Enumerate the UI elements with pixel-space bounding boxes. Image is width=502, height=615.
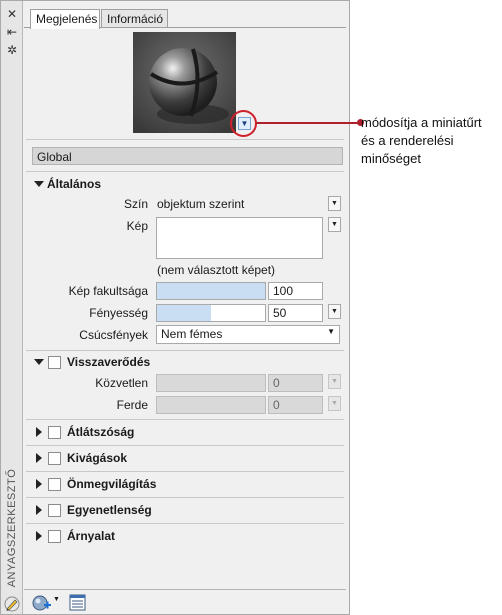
- callout-line: [256, 122, 360, 124]
- section-title: Árnyalat: [67, 529, 116, 543]
- collapse-icon: [36, 427, 42, 437]
- section-title: Átlátszóság: [67, 425, 135, 439]
- palette-titlebar: ✕ ⇤ ✲ ANYAGSZERKESZTŐ: [1, 1, 23, 614]
- callout-line-1: módosítja a miniatűrt: [361, 115, 482, 130]
- section-title: Visszaverődés: [67, 355, 151, 369]
- callout-line-3: minőséget: [361, 151, 421, 166]
- autohide-icon[interactable]: ⇤: [5, 25, 19, 39]
- tint-checkbox[interactable]: [48, 530, 61, 543]
- divider: [26, 350, 344, 351]
- oblique-input[interactable]: 0: [268, 396, 323, 414]
- chevron-down-icon[interactable]: ▼: [53, 596, 60, 603]
- glossiness-label: Fényesség: [89, 306, 148, 320]
- highlights-select[interactable]: Nem fémes ▼: [156, 325, 340, 344]
- collapse-icon: [36, 505, 42, 515]
- properties-icon[interactable]: ✲: [5, 43, 19, 57]
- image-caption: (nem választott képet): [157, 263, 276, 277]
- section-reflectivity-header[interactable]: Visszaverődés: [32, 353, 343, 373]
- section-title: Önmegvilágítás: [67, 477, 157, 491]
- expand-icon: [34, 181, 44, 187]
- slider-fill: [157, 305, 211, 321]
- section-general-header[interactable]: Általános: [32, 175, 343, 195]
- direct-label: Közvetlen: [95, 376, 148, 390]
- bottom-toolbar: ▼: [24, 589, 346, 614]
- glossiness-slider[interactable]: [156, 304, 266, 322]
- image-fade-label: Kép fakultsága: [68, 284, 148, 298]
- material-name-field[interactable]: Global: [32, 147, 343, 165]
- highlight-circle: [230, 110, 257, 137]
- highlights-label: Csúcsfények: [79, 328, 148, 342]
- tab-label: Információ: [107, 12, 164, 26]
- oblique-dropdown-button[interactable]: ▼: [328, 396, 341, 411]
- create-material-icon[interactable]: [32, 594, 52, 612]
- material-swatch[interactable]: [133, 32, 236, 133]
- divider: [26, 139, 344, 140]
- material-editor-palette: ✕ ⇤ ✲ ANYAGSZERKESZTŐ Megjelenés Informá…: [0, 0, 350, 615]
- collapse-icon: [36, 479, 42, 489]
- section-title: Egyenetlenség: [67, 503, 152, 517]
- section-transparency-header[interactable]: Átlátszóság: [32, 423, 343, 443]
- section-cutouts-header[interactable]: Kivágások: [32, 449, 343, 469]
- tab-information[interactable]: Információ: [101, 9, 168, 28]
- color-value[interactable]: objektum szerint: [157, 197, 323, 211]
- section-title: Kivágások: [67, 451, 128, 465]
- sphere-preview-icon: [133, 32, 236, 133]
- slider-fill: [157, 283, 265, 299]
- section-tint-header[interactable]: Árnyalat: [32, 527, 343, 547]
- section-self-illumination-header[interactable]: Önmegvilágítás: [32, 475, 343, 495]
- tab-label: Megjelenés: [36, 12, 98, 26]
- divider: [26, 497, 344, 498]
- bump-checkbox[interactable]: [48, 504, 61, 517]
- chevron-down-icon: ▼: [327, 327, 335, 336]
- callout-line-2: és a renderelési: [361, 133, 454, 148]
- oblique-label: Ferde: [116, 398, 148, 412]
- section-bump-header[interactable]: Egyenetlenség: [32, 501, 343, 521]
- oblique-slider[interactable]: [156, 396, 266, 414]
- divider: [26, 471, 344, 472]
- divider: [26, 445, 344, 446]
- direct-input[interactable]: 0: [268, 374, 323, 392]
- divider: [26, 419, 344, 420]
- callout-text: módosítja a miniatűrt és a renderelési m…: [361, 114, 501, 168]
- section-title: Általános: [47, 177, 102, 191]
- expand-icon: [34, 359, 44, 365]
- reflectivity-checkbox[interactable]: [48, 356, 61, 369]
- glossiness-dropdown-button[interactable]: ▼: [328, 304, 341, 319]
- collapse-icon: [36, 531, 42, 541]
- image-fade-input[interactable]: 100: [268, 282, 323, 300]
- transparency-checkbox[interactable]: [48, 426, 61, 439]
- divider: [26, 171, 344, 172]
- close-icon[interactable]: ✕: [5, 7, 19, 21]
- color-label: Szín: [123, 197, 148, 211]
- image-label: Kép: [126, 219, 148, 233]
- divider: [26, 523, 344, 524]
- direct-slider[interactable]: [156, 374, 266, 392]
- cutouts-checkbox[interactable]: [48, 452, 61, 465]
- highlights-value: Nem fémes: [161, 327, 223, 341]
- tab-appearance[interactable]: Megjelenés: [30, 9, 100, 29]
- image-field[interactable]: [156, 217, 323, 259]
- self-illumination-checkbox[interactable]: [48, 478, 61, 491]
- material-browser-icon[interactable]: [69, 594, 86, 611]
- glossiness-input[interactable]: 50: [268, 304, 323, 322]
- color-dropdown-button[interactable]: ▼: [328, 196, 341, 211]
- image-fade-slider[interactable]: [156, 282, 266, 300]
- material-editor-icon: [4, 596, 20, 612]
- palette-title: ANYAGSZERKESZTŐ: [6, 468, 18, 588]
- image-dropdown-button[interactable]: ▼: [328, 217, 341, 232]
- collapse-icon: [36, 453, 42, 463]
- direct-dropdown-button[interactable]: ▼: [328, 374, 341, 389]
